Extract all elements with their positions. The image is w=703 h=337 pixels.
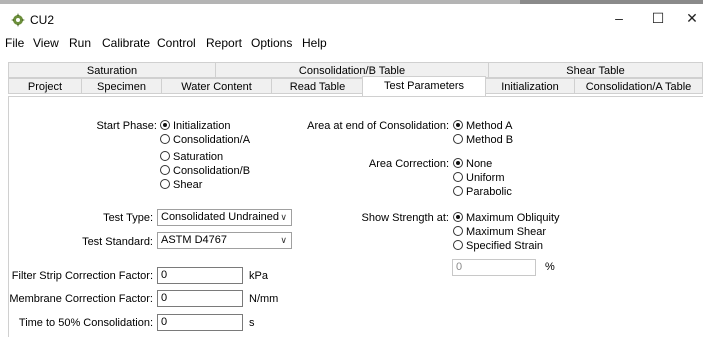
menu-help[interactable]: Help — [302, 36, 327, 50]
area-correction-none-radio[interactable]: None — [453, 158, 492, 171]
membrane-input[interactable]: 0 — [157, 290, 243, 307]
membrane-unit: N/mm — [249, 293, 279, 305]
area-correction-label: Area Correction: — [368, 158, 449, 170]
filter-strip-unit: kPa — [249, 270, 268, 282]
time50-input[interactable]: 0 — [157, 314, 243, 331]
start-phase-shear-radio[interactable]: Shear — [160, 179, 202, 192]
minimize-button[interactable]: – — [599, 4, 639, 32]
test-type-value: Consolidated Undrained — [161, 211, 280, 223]
tab-consolidation-a-table[interactable]: Consolidation/A Table — [574, 78, 703, 94]
test-standard-label: Test Standard: — [82, 236, 153, 248]
menu-control[interactable]: Control — [157, 36, 196, 50]
time50-unit: s — [249, 317, 255, 329]
app-icon — [11, 13, 25, 27]
menu-run[interactable]: Run — [69, 36, 91, 50]
start-phase-label: Start Phase: — [96, 120, 157, 132]
area-end-method-a-radio[interactable]: Method A — [453, 120, 512, 133]
test-type-label: Test Type: — [103, 212, 153, 224]
chevron-down-icon: ∨ — [280, 235, 287, 245]
radio-icon — [160, 151, 170, 161]
time50-label: Time to 50% Consolidation: — [18, 317, 153, 329]
radio-selected-icon — [453, 158, 463, 168]
specified-strain-input[interactable]: 0 — [452, 259, 536, 276]
radio-selected-icon — [453, 120, 463, 130]
tab-strip: Saturation Consolidation/B Table Shear T… — [8, 58, 703, 98]
chevron-down-icon: ∨ — [280, 212, 287, 222]
show-strength-specified-strain-radio[interactable]: Specified Strain — [453, 240, 543, 253]
start-phase-consolidation-a-radio[interactable]: Consolidation/A — [160, 134, 250, 147]
radio-icon — [453, 172, 463, 182]
menu-report[interactable]: Report — [206, 36, 242, 50]
title-bar: CU2 — [0, 4, 703, 32]
radio-icon — [453, 240, 463, 250]
radio-icon — [453, 134, 463, 144]
membrane-label: Membrane Correction Factor: — [9, 293, 153, 305]
close-button[interactable]: ✕ — [672, 4, 703, 32]
test-standard-select[interactable]: ASTM D4767 ∨ — [157, 232, 292, 249]
show-strength-max-obliquity-radio[interactable]: Maximum Obliquity — [453, 212, 560, 225]
start-phase-saturation-radio[interactable]: Saturation — [160, 151, 223, 164]
radio-icon — [453, 186, 463, 196]
tab-initialization[interactable]: Initialization — [485, 78, 575, 94]
show-strength-label: Show Strength at: — [361, 212, 449, 224]
menu-bar: File View Run Calibrate Control Report O… — [0, 32, 703, 54]
window-title: CU2 — [30, 13, 55, 27]
tab-water-content[interactable]: Water Content — [161, 78, 272, 94]
tab-shear-table[interactable]: Shear Table — [488, 62, 703, 78]
tab-saturation[interactable]: Saturation — [8, 62, 216, 78]
area-correction-uniform-radio[interactable]: Uniform — [453, 172, 505, 185]
start-phase-consolidation-b-radio[interactable]: Consolidation/B — [160, 165, 250, 178]
tab-read-table[interactable]: Read Table — [271, 78, 364, 94]
area-correction-parabolic-radio[interactable]: Parabolic — [453, 186, 512, 199]
radio-selected-icon — [453, 212, 463, 222]
tab-test-parameters[interactable]: Test Parameters — [362, 76, 486, 96]
area-end-label: Area at end of Consolidation: — [307, 120, 449, 132]
test-standard-value: ASTM D4767 — [161, 234, 228, 246]
tab-project[interactable]: Project — [8, 78, 82, 94]
radio-icon — [160, 179, 170, 189]
radio-icon — [160, 165, 170, 175]
test-type-select[interactable]: Consolidated Undrained ∨ — [157, 209, 292, 226]
menu-calibrate[interactable]: Calibrate — [102, 36, 150, 50]
area-end-method-b-radio[interactable]: Method B — [453, 134, 513, 147]
radio-icon — [453, 226, 463, 236]
start-phase-initialization-radio[interactable]: Initialization — [160, 120, 230, 133]
filter-strip-input[interactable]: 0 — [157, 267, 243, 284]
menu-view[interactable]: View — [33, 36, 59, 50]
menu-options[interactable]: Options — [251, 36, 292, 50]
filter-strip-label: Filter Strip Correction Factor: — [11, 270, 153, 282]
radio-icon — [160, 134, 170, 144]
show-strength-max-shear-radio[interactable]: Maximum Shear — [453, 226, 546, 239]
strain-unit: % — [545, 261, 555, 273]
menu-file[interactable]: File — [5, 36, 24, 50]
tab-specimen[interactable]: Specimen — [81, 78, 162, 94]
radio-selected-icon — [160, 120, 170, 130]
